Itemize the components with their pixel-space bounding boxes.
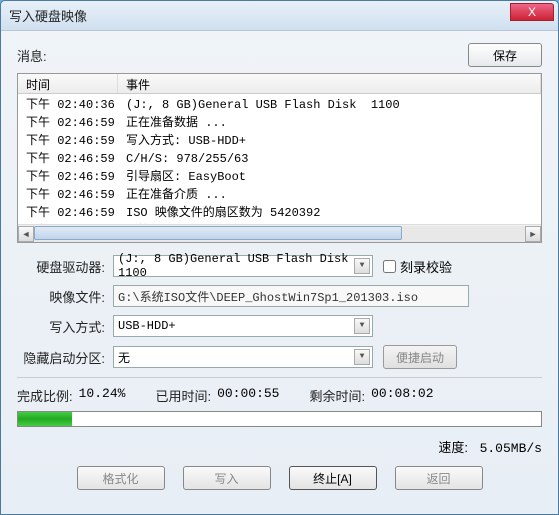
action-row: 格式化 写入 终止[A] 返回 [17,466,542,490]
image-label: 映像文件: [17,287,105,306]
progress-fill [18,412,72,426]
log-row: 下午 02:46:59正在准备数据 ... [18,114,541,132]
log-row: 下午 02:46:59开始写入 ... [18,222,541,224]
log-row: 下午 02:46:59正在准备介质 ... [18,186,541,204]
speed-value: 5.05MB/s [480,441,542,456]
elapsed-label: 已用时间: [155,386,211,405]
image-value: G:\系统ISO文件\DEEP_GhostWin7Sp1_201303.iso [118,288,418,305]
h-scrollbar[interactable]: ◄ ► [18,224,541,242]
log-event: 正在准备数据 ... [118,114,541,132]
log-time: 下午 02:46:59 [18,186,118,204]
log-time: 下午 02:40:36 [18,96,118,114]
scroll-left-icon[interactable]: ◄ [18,226,34,242]
log-event: (J:, 8 GB)General USB Flash Disk 1100 [118,96,541,114]
close-button[interactable]: X [510,3,554,21]
shortcut-button[interactable]: 便捷启动 [383,345,457,369]
log-row: 下午 02:46:59C/H/S: 978/255/63 [18,150,541,168]
log-event: ISO 映像文件的扇区数为 5420392 [118,204,541,222]
remain-label: 剩余时间: [309,386,365,405]
log-event: C/H/S: 978/255/63 [118,150,541,168]
back-button[interactable]: 返回 [395,466,483,490]
log-body: 下午 02:40:36(J:, 8 GB)General USB Flash D… [18,94,541,224]
log-box: 时间 事件 下午 02:40:36(J:, 8 GB)General USB F… [17,73,542,243]
speed-label: 速度: [438,440,468,455]
pct-value: 10.24% [79,386,126,405]
progress-bar [17,411,542,427]
log-event: 开始写入 ... [118,222,541,224]
log-event: 引导扇区: EasyBoot [118,168,541,186]
stats-row: 完成比例: 10.24% 已用时间: 00:00:55 剩余时间: 00:08:… [17,386,542,405]
chevron-down-icon[interactable]: ▼ [354,258,370,274]
verify-label: 刻录校验 [400,257,452,276]
col-event-header: 事件 [118,74,541,93]
chevron-down-icon[interactable]: ▼ [354,318,370,334]
titlebar: 写入硬盘映像 X [1,1,558,31]
image-field[interactable]: G:\系统ISO文件\DEEP_GhostWin7Sp1_201303.iso [113,285,469,307]
hide-label: 隐藏启动分区: [17,348,105,367]
hide-combo[interactable]: 无 ▼ [113,346,373,368]
log-time: 下午 02:46:59 [18,222,118,224]
log-time: 下午 02:46:59 [18,204,118,222]
mode-label: 写入方式: [17,317,105,336]
verify-checkbox-wrap[interactable]: 刻录校验 [383,257,452,276]
log-time: 下午 02:46:59 [18,150,118,168]
drive-combo[interactable]: (J:, 8 GB)General USB Flash Disk 1100 ▼ [113,255,373,277]
log-time: 下午 02:46:59 [18,132,118,150]
write-button[interactable]: 写入 [183,466,271,490]
separator [17,377,542,378]
col-time-header: 时间 [18,74,118,93]
elapsed-value: 00:00:55 [217,386,279,405]
window-title: 写入硬盘映像 [9,6,87,25]
format-button[interactable]: 格式化 [77,466,165,490]
scroll-thumb[interactable] [34,226,402,240]
verify-checkbox[interactable] [383,260,396,273]
chevron-down-icon[interactable]: ▼ [354,349,370,365]
log-time: 下午 02:46:59 [18,168,118,186]
abort-button[interactable]: 终止[A] [289,466,377,490]
mode-value: USB-HDD+ [118,319,176,333]
hide-value: 无 [118,349,130,366]
log-header: 时间 事件 [18,74,541,94]
speed-row: 速度: 5.05MB/s [17,437,542,456]
message-label: 消息: [17,46,468,65]
log-row: 下午 02:46:59ISO 映像文件的扇区数为 5420392 [18,204,541,222]
scroll-right-icon[interactable]: ► [525,226,541,242]
save-button[interactable]: 保存 [468,43,542,67]
drive-value: (J:, 8 GB)General USB Flash Disk 1100 [118,252,368,280]
log-row: 下午 02:46:59引导扇区: EasyBoot [18,168,541,186]
log-row: 下午 02:46:59写入方式: USB-HDD+ [18,132,541,150]
mode-combo[interactable]: USB-HDD+ ▼ [113,315,373,337]
drive-label: 硬盘驱动器: [17,257,105,276]
log-event: 写入方式: USB-HDD+ [118,132,541,150]
form-area: 硬盘驱动器: (J:, 8 GB)General USB Flash Disk … [17,255,542,369]
log-event: 正在准备介质 ... [118,186,541,204]
pct-label: 完成比例: [17,386,73,405]
log-time: 下午 02:46:59 [18,114,118,132]
content-area: 消息: 保存 时间 事件 下午 02:40:36(J:, 8 GB)Genera… [1,31,558,498]
log-row: 下午 02:40:36(J:, 8 GB)General USB Flash D… [18,96,541,114]
scroll-track[interactable] [34,226,525,242]
remain-value: 00:08:02 [371,386,433,405]
main-window: 写入硬盘映像 X 消息: 保存 时间 事件 下午 02:40:36(J:, 8 … [0,0,559,515]
